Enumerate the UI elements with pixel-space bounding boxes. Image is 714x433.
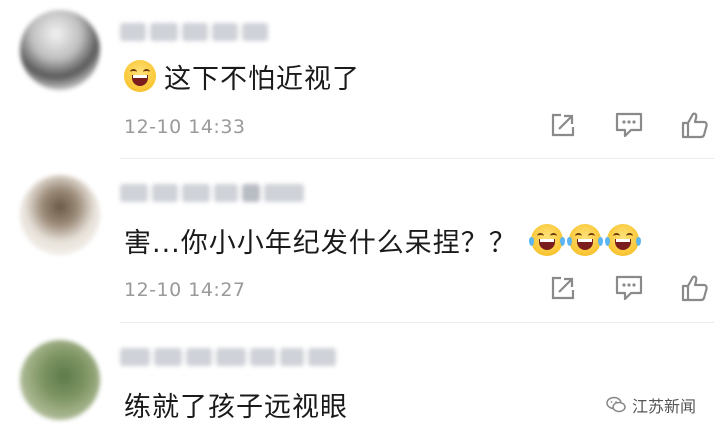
username-blurred[interactable] [120,344,336,370]
comment-text-row: 练就了孩子远视眼 [124,382,348,426]
comment-item: 练就了孩子远视眼 [0,0,714,433]
comment-list: 这下不怕近视了 12-10 14:33 害...你小小年纪发什么呆捏？？ 12-… [0,0,714,433]
wechat-icon [606,396,626,413]
avatar[interactable] [20,340,100,420]
watermark-label: 江苏新闻 [631,397,696,416]
comment-text: 练就了孩子远视眼 [124,391,348,423]
watermark: 江苏新闻 [606,393,696,417]
